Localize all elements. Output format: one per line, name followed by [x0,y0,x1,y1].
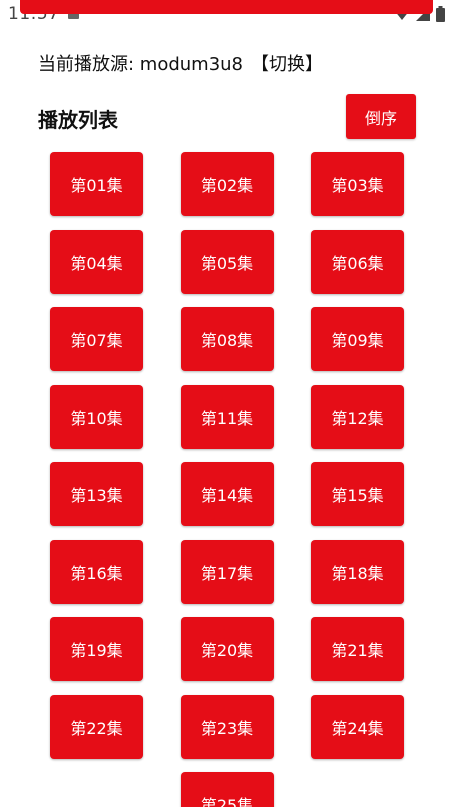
switch-source-link[interactable]: 【切换】 [251,54,323,75]
playlist-dialog: 当前播放源: modum3u8 【切换】 播放列表 倒序 第01集 第02集 第0… [20,30,433,807]
episode-button[interactable]: 第21集 [311,617,404,681]
episode-button[interactable]: 第06集 [311,229,404,294]
reverse-order-button[interactable]: 倒序 [346,94,416,139]
episode-button[interactable]: 第17集 [180,539,274,604]
episode-button[interactable]: 第03集 [311,152,404,216]
episode-button[interactable]: 第11集 [180,384,274,449]
episode-button[interactable]: 第18集 [311,539,404,604]
episode-button[interactable]: 第25集 [180,772,274,807]
episode-button[interactable]: 第05集 [180,229,274,294]
episode-button[interactable]: 第08集 [180,307,274,371]
episode-button[interactable]: 第01集 [50,152,143,216]
episode-button[interactable]: 第20集 [180,617,274,681]
battery-icon [436,6,445,22]
playlist-title: 播放列表 [38,108,118,132]
episode-button[interactable]: 第19集 [50,617,143,681]
episode-button[interactable]: 第22集 [50,694,143,759]
episode-button[interactable]: 第07集 [50,307,143,371]
episode-button[interactable]: 第04集 [50,229,143,294]
episode-button[interactable]: 第16集 [50,539,143,604]
episode-button[interactable]: 第15集 [311,462,404,526]
episode-grid: 第01集 第02集 第03集 第04集 第05集 第06集 第07集 第08集 … [50,152,404,807]
episode-button[interactable]: 第12集 [311,384,404,449]
episode-button[interactable]: 第14集 [180,462,274,526]
episode-button[interactable]: 第10集 [50,384,143,449]
episode-button[interactable]: 第13集 [50,462,143,526]
episode-button[interactable]: 第23集 [180,694,274,759]
episode-button[interactable]: 第24集 [311,694,404,759]
source-line: 当前播放源: modum3u8 【切换】 [38,50,323,76]
episode-button[interactable]: 第09集 [311,307,404,371]
screen: 11:57 当前播放源: modum3u8 【切换】 播放列表 倒序 第01集 第… [0,0,453,807]
source-label: 当前播放源: modum3u8 [38,54,244,75]
header-strip [20,0,433,14]
episode-button[interactable]: 第02集 [180,152,274,216]
